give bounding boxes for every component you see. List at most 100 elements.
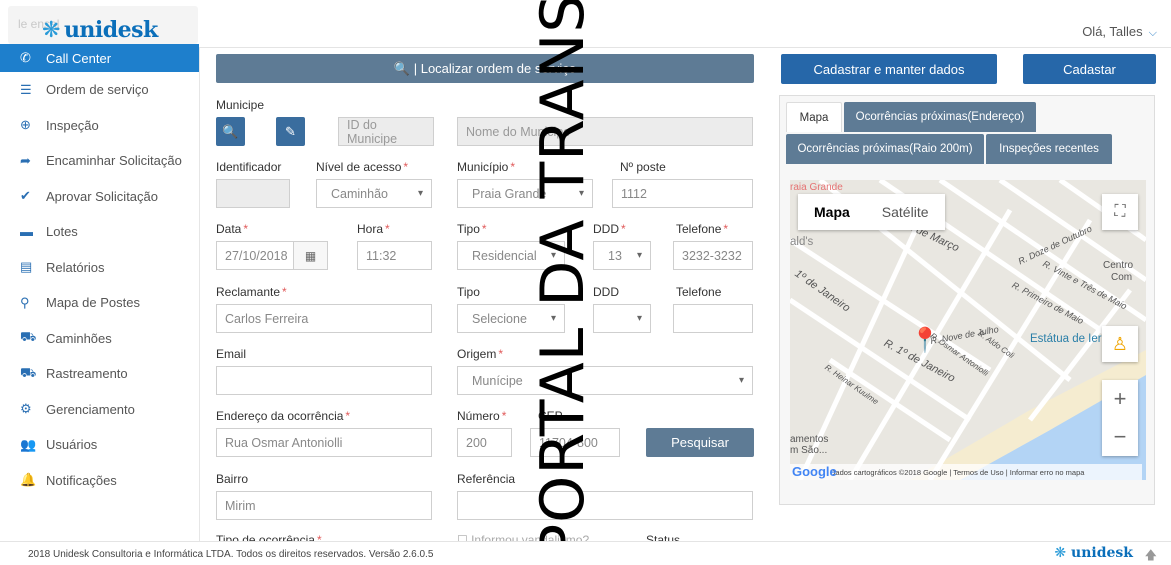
sidebar-item-lotes[interactable]: ▬ Lotes [0, 214, 199, 250]
reclamante-field[interactable]: Carlos Ferreira [216, 304, 432, 333]
email-field[interactable] [216, 366, 432, 395]
hora-label: Hora * [357, 222, 390, 236]
logo: ❋ unidesk [42, 17, 158, 43]
top-header: le ensal ❋ unidesk Olá, Talles ⌵ [0, 0, 1171, 48]
informou-vandalismo-checkbox[interactable]: ☐ Informou vandalismo? [457, 533, 589, 541]
map-type-satellite-button[interactable]: Satélite [866, 194, 945, 230]
tipo-select[interactable]: Residencial [457, 241, 565, 270]
sidebar-item-gerenciamento[interactable]: ⚙ Gerenciamento [0, 392, 199, 428]
sidebar-item-label: Relatórios [46, 259, 105, 275]
municipio-select[interactable]: Praia Grande [457, 179, 593, 208]
origem-label: Origem * [457, 347, 504, 361]
sidebar-item-aprovar-solicita-o[interactable]: ✔ Aprovar Solicitação [0, 179, 199, 215]
map-place-mentos: amentos [790, 434, 829, 445]
data-label: Data * [216, 222, 249, 236]
file-icon: ▤ [20, 259, 33, 275]
pegman-icon[interactable]: ♙ [1102, 326, 1138, 362]
sidebar-item-label: Notificações [46, 472, 117, 488]
cep-label: CEP [538, 409, 563, 423]
binoculars-icon: ⊕ [20, 117, 31, 133]
tab-inspecoes-recentes[interactable]: Inspeções recentes [986, 134, 1112, 164]
numero-field[interactable]: 200 [457, 428, 512, 457]
sidebar-item-relat-rios[interactable]: ▤ Relatórios [0, 250, 199, 286]
scroll-top-icon[interactable]: 🡅 [1145, 546, 1157, 565]
map-place-pg: raia Grande [790, 182, 843, 193]
endereco-field[interactable]: Rua Osmar Antoniolli [216, 428, 432, 457]
zoom-control: + − [1102, 380, 1138, 456]
google-logo: Google [792, 464, 837, 479]
identificador-label: Identificador [216, 160, 282, 174]
nome-municipe-field[interactable]: Nome do Municipe [457, 117, 753, 146]
map-place-estatua[interactable]: Estátua de Ier [1030, 333, 1102, 345]
sidebar-item-inspe-o[interactable]: ⊕ Inspeção [0, 108, 199, 144]
referencia-label: Referência [457, 472, 516, 486]
tipo-ocorrencia-label: Tipo de ocorrência * [216, 533, 322, 541]
map-marker-icon: ⚲ [20, 294, 30, 310]
tipo2-select[interactable]: Selecione [457, 304, 565, 333]
edit-municipe-button[interactable]: ✎ [276, 117, 305, 146]
bairro-field[interactable]: Mirim [216, 491, 432, 520]
map-place-com: Com [1111, 272, 1133, 283]
telefone2-field[interactable] [673, 304, 753, 333]
map-attribution[interactable]: Dados cartográficos ©2018 Google | Termo… [790, 464, 1142, 480]
map-place-sao: m São... [790, 445, 828, 456]
sidebar-item-caminh-es[interactable]: ⛟ Caminhões [0, 321, 199, 357]
zoom-in-button[interactable]: + [1102, 380, 1138, 418]
sidebar: ✆ Call Center ☰ Ordem de serviço ⊕ Inspeção ➦ E… [0, 44, 200, 541]
sidebar-item-mapa-de-postes[interactable]: ⚲ Mapa de Postes [0, 285, 199, 321]
telefone-field[interactable]: 3232-3232 [673, 241, 753, 270]
ddd-select[interactable]: 13 [593, 241, 651, 270]
data-value: 27/10/2018 [225, 248, 288, 263]
sidebar-item-notifica-es[interactable]: 🔔 Notificações [0, 463, 199, 499]
referencia-field[interactable] [457, 491, 753, 520]
find-service-order-button[interactable]: 🔍 | Localizar ordem de serviço [216, 54, 754, 83]
google-map[interactable]: raia Grande ald's 31 de Março R. Doze de… [790, 180, 1146, 480]
map-type-control: Mapa Satélite [798, 194, 945, 230]
cadastar-button[interactable]: Cadastar [1023, 54, 1156, 84]
pesquisar-button[interactable]: Pesquisar [646, 428, 754, 457]
nposte-field[interactable]: 1112 [612, 179, 753, 208]
share-icon: ➦ [20, 152, 31, 168]
inbox-icon: ▬ [20, 224, 33, 240]
truck-tracking-icon: ⛟ [20, 364, 37, 380]
id-municipe-field[interactable]: ID do Municipe [338, 117, 434, 146]
zoom-out-button[interactable]: − [1102, 418, 1138, 456]
nivel-acesso-select[interactable]: Caminhão [316, 179, 432, 208]
ddd2-select[interactable] [593, 304, 651, 333]
sidebar-item-rastreamento[interactable]: ⛟ Rastreamento [0, 356, 199, 392]
sidebar-item-label: Mapa de Postes [46, 295, 140, 311]
sidebar-item-encaminhar-solicita-o[interactable]: ➦ Encaminhar Solicitação [0, 143, 199, 179]
fullscreen-icon[interactable]: ⛶ [1102, 194, 1138, 230]
map-pin-icon[interactable]: 📍 [910, 326, 940, 355]
telefone2-label: Telefone [676, 285, 722, 299]
hora-field[interactable]: 11:32 [357, 241, 432, 270]
logo-area[interactable]: le ensal ❋ unidesk [8, 6, 198, 44]
sidebar-item-usu-rios[interactable]: 👥 Usuários [0, 427, 199, 463]
search-municipe-button[interactable]: 🔍 [216, 117, 245, 146]
origem-select[interactable]: Munícipe [457, 366, 753, 395]
sidebar-item-call-center[interactable]: ✆ Call Center [0, 44, 199, 72]
identificador-field[interactable] [216, 179, 290, 208]
calendar-icon[interactable]: ▦ [293, 242, 327, 269]
user-menu[interactable]: Olá, Talles ⌵ [1082, 24, 1157, 40]
bairro-label: Bairro [216, 472, 249, 486]
map-place-centro: Centro [1103, 260, 1134, 271]
nivel-acesso-label: Nível de acesso * [316, 160, 409, 174]
reclamante-label: Reclamante * [216, 285, 287, 299]
data-field[interactable]: 27/10/2018 ▦ [216, 241, 328, 270]
tab-mapa[interactable]: Mapa [786, 102, 842, 132]
sidebar-item-label: Rastreamento [46, 366, 128, 382]
search-icon: 🔍 [222, 123, 239, 139]
tab-ocorrencias-raio[interactable]: Ocorrências próximas(Raio 200m) [786, 134, 984, 164]
municipio-label: Município * [457, 160, 516, 174]
sidebar-item-ordem-de-servi-o[interactable]: ☰ Ordem de serviço [0, 72, 199, 108]
sidebar-item-label: Ordem de serviço [46, 82, 149, 98]
cadastrar-manter-button[interactable]: Cadastrar e manter dados [781, 54, 997, 84]
tab-ocorrencias-endereco[interactable]: Ocorrências próximas(Endereço) [844, 102, 1036, 132]
main-form: 🔍 | Localizar ordem de serviço Municipe … [200, 48, 771, 541]
map-type-map-button[interactable]: Mapa [798, 194, 866, 230]
map-place-alds: ald's [790, 236, 814, 248]
sidebar-item-label: Gerenciamento [46, 401, 135, 417]
bell-icon: 🔔 [20, 472, 37, 488]
cep-field[interactable]: 11704-800 [530, 428, 620, 457]
